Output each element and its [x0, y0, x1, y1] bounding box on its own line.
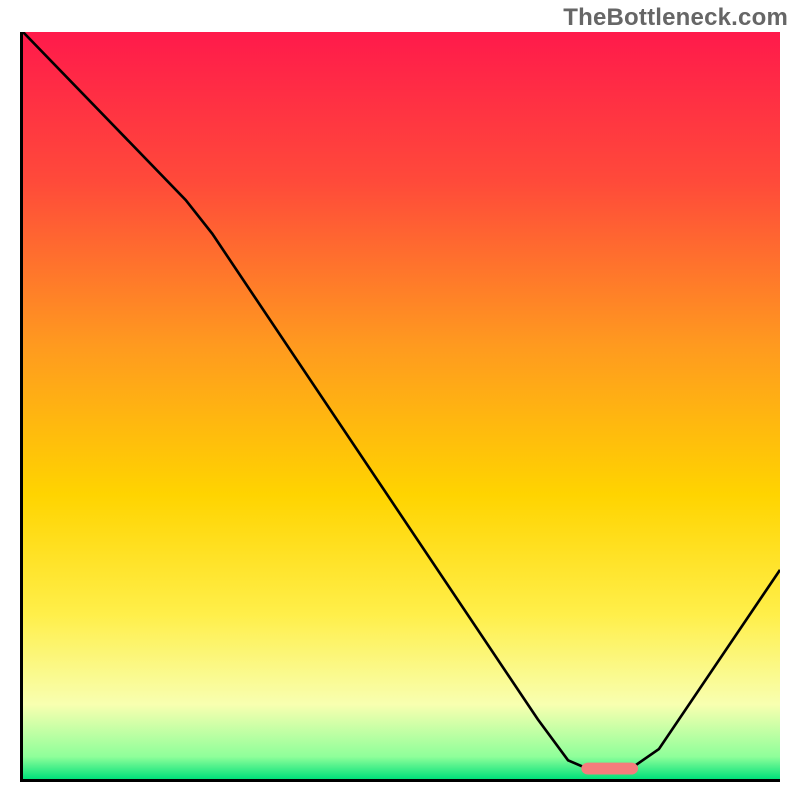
chart-svg [23, 32, 780, 779]
watermark-text: TheBottleneck.com [563, 4, 788, 32]
plot-inner [23, 32, 780, 779]
gradient-background [23, 32, 780, 779]
chart-container: TheBottleneck.com [0, 0, 800, 800]
optimal-marker [581, 763, 638, 775]
plot-area [20, 32, 780, 782]
